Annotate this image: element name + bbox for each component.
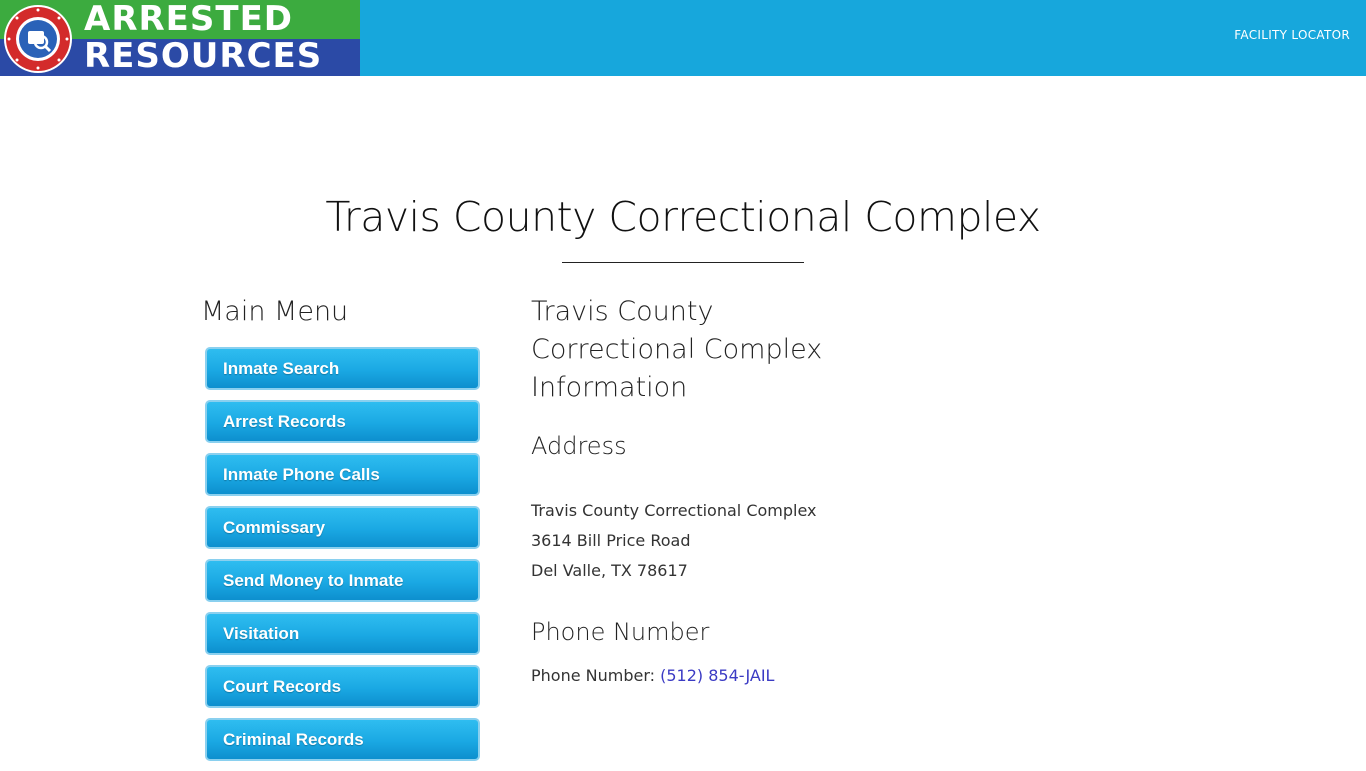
address-line-city: Del Valle, TX 78617	[531, 561, 688, 580]
nav-facility-locator[interactable]: FACILITY LOCATOR	[1234, 28, 1350, 42]
menu-button-visitation[interactable]: Visitation	[205, 612, 480, 655]
site-header: ARRESTED RESOURCES FACILITY LOCATOR	[0, 0, 1366, 76]
menu-button-commissary[interactable]: Commissary	[205, 506, 480, 549]
phone-line: Phone Number: (512) 854-JAIL	[531, 662, 774, 690]
menu-button-criminal-records[interactable]: Criminal Records	[205, 718, 480, 761]
phone-heading: Phone Number	[531, 618, 710, 646]
phone-label: Phone Number:	[531, 666, 661, 685]
title-divider	[562, 262, 804, 263]
page-title: Travis County Correctional Complex	[325, 193, 1041, 241]
menu-button-send-money[interactable]: Send Money to Inmate	[205, 559, 480, 602]
address-heading: Address	[531, 432, 627, 460]
logo-text-line1: ARRESTED	[84, 0, 294, 39]
menu-button-inmate-phone-calls[interactable]: Inmate Phone Calls	[205, 453, 480, 496]
menu-button-arrest-records[interactable]: Arrest Records	[205, 400, 480, 443]
logo-seal-icon	[4, 5, 72, 73]
logo-text-line2: RESOURCES	[84, 36, 323, 76]
address-line-street: 3614 Bill Price Road	[531, 531, 691, 550]
main-menu: Inmate Search Arrest Records Inmate Phon…	[205, 347, 480, 771]
address-block: Travis County Correctional Complex 3614 …	[531, 496, 817, 586]
address-line-name: Travis County Correctional Complex	[531, 501, 817, 520]
phone-number-link[interactable]: (512) 854-JAIL	[660, 666, 774, 685]
main-menu-heading: Main Menu	[201, 296, 349, 327]
menu-button-inmate-search[interactable]: Inmate Search	[205, 347, 480, 390]
site-logo[interactable]: ARRESTED RESOURCES	[0, 0, 360, 76]
menu-button-court-records[interactable]: Court Records	[205, 665, 480, 708]
facility-info-heading: Travis County Correctional Complex Infor…	[531, 296, 823, 403]
